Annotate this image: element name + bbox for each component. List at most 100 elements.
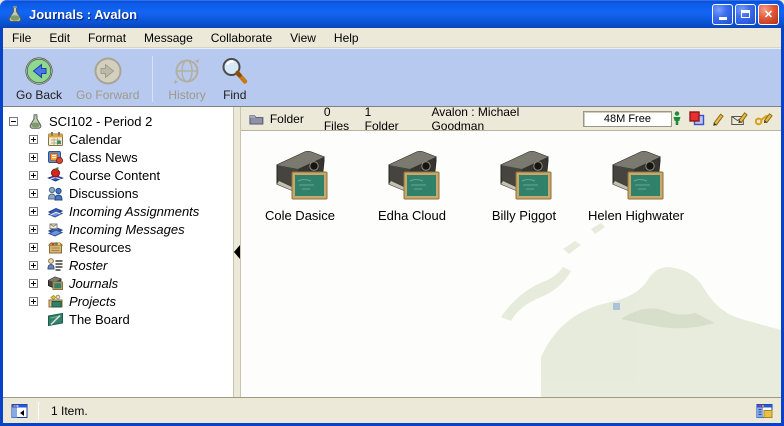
- expand-icon[interactable]: [29, 279, 38, 288]
- menu-help[interactable]: Help: [325, 29, 368, 47]
- content-pane: Folder 0 Files 1 Folder Avalon : Michael…: [241, 107, 781, 397]
- item-count-text: 1 Item.: [51, 404, 88, 418]
- go-forward-label: Go Forward: [76, 88, 139, 102]
- expand-icon[interactable]: [29, 243, 38, 252]
- panel-toggle-right-icon[interactable]: [756, 403, 773, 419]
- menu-file[interactable]: File: [3, 29, 40, 47]
- tree-item-label: SCI102 - Period 2: [49, 114, 152, 129]
- journal-name: Edha Cloud: [378, 208, 446, 223]
- tree-item-label: Class News: [69, 150, 138, 165]
- tree-root-sci102[interactable]: SCI102 - Period 2: [9, 112, 233, 130]
- journal-item-edha-cloud[interactable]: Edha Cloud: [356, 147, 468, 223]
- find-label: Find: [223, 88, 246, 102]
- maximize-icon: [741, 10, 750, 18]
- journal-item-helen-highwater[interactable]: Helen Highwater: [580, 147, 692, 223]
- person-icon[interactable]: [672, 111, 682, 126]
- expand-icon[interactable]: [29, 297, 38, 306]
- history-label: History: [168, 88, 205, 102]
- journal-name: Billy Piggot: [492, 208, 556, 223]
- close-button[interactable]: ✕: [758, 4, 779, 25]
- tree-item-incoming-messages[interactable]: Incoming Messages: [9, 220, 233, 238]
- journal-book-icon: [605, 147, 667, 203]
- history-button: History: [161, 54, 212, 104]
- tree-item-label: Journals: [69, 276, 118, 291]
- expand-icon[interactable]: [29, 261, 38, 270]
- journal-item-cole-dasice[interactable]: Cole Dasice: [244, 147, 356, 223]
- window-frame: File Edit Format Message Collaborate Vie…: [0, 28, 784, 426]
- projects-box-icon: [47, 293, 64, 309]
- owner-label: Avalon : Michael Goodman: [431, 105, 564, 133]
- header-status-icons: [672, 111, 773, 126]
- tree-item-course-content[interactable]: Course Content: [9, 166, 233, 184]
- item-type-label: Folder: [270, 112, 304, 126]
- tree-item-label: Roster: [69, 258, 107, 273]
- layers-icon[interactable]: [689, 111, 705, 126]
- find-button[interactable]: Find: [213, 54, 257, 104]
- tree-item-label: The Board: [69, 312, 130, 327]
- tree-item-journals[interactable]: Journals: [9, 274, 233, 292]
- globe-history-icon: [172, 56, 202, 86]
- panel-toggle-left-icon[interactable]: [11, 403, 28, 419]
- status-bar: 1 Item.: [3, 397, 781, 423]
- menu-collaborate[interactable]: Collaborate: [202, 29, 281, 47]
- expand-icon[interactable]: [29, 189, 38, 198]
- menu-message[interactable]: Message: [135, 29, 202, 47]
- tree-item-resources[interactable]: Resources: [9, 238, 233, 256]
- expand-icon[interactable]: [29, 207, 38, 216]
- minimize-icon: [719, 17, 727, 20]
- maximize-button[interactable]: [735, 4, 756, 25]
- menu-format[interactable]: Format: [79, 29, 135, 47]
- menu-bar: File Edit Format Message Collaborate Vie…: [3, 28, 781, 48]
- island-map-watermark: [501, 207, 781, 397]
- mail-edit-icon[interactable]: [731, 111, 748, 126]
- tree-item-the-board[interactable]: The Board: [9, 310, 233, 328]
- main-area: SCI102 - Period 2 Calendar: [3, 106, 781, 397]
- tree-item-class-news[interactable]: Class News: [9, 148, 233, 166]
- tree-item-discussions[interactable]: Discussions: [9, 184, 233, 202]
- title-bar[interactable]: Journals : Avalon ✕: [0, 0, 784, 28]
- menu-edit[interactable]: Edit: [40, 29, 79, 47]
- panel-splitter[interactable]: [233, 107, 241, 397]
- roster-list-icon: [47, 257, 64, 273]
- collapse-panel-icon[interactable]: [234, 245, 240, 259]
- chalkboard-icon: [47, 311, 64, 327]
- content-header-bar: Folder 0 Files 1 Folder Avalon : Michael…: [241, 107, 781, 131]
- expand-icon[interactable]: [29, 153, 38, 162]
- forward-arrow-icon: [93, 56, 123, 86]
- tree-item-incoming-assignments[interactable]: Incoming Assignments: [9, 202, 233, 220]
- app-flask-icon: [6, 5, 24, 23]
- statusbar-separator: [38, 402, 39, 420]
- magnifier-icon: [220, 56, 250, 86]
- collapse-icon[interactable]: [9, 117, 18, 126]
- books-icon: [47, 203, 64, 219]
- expand-icon[interactable]: [29, 135, 38, 144]
- news-icon: [47, 149, 64, 165]
- minimize-button[interactable]: [712, 4, 733, 25]
- people-icon: [47, 185, 64, 201]
- tree-item-label: Discussions: [69, 186, 138, 201]
- tree-item-projects[interactable]: Projects: [9, 292, 233, 310]
- close-icon: ✕: [764, 8, 773, 21]
- pencil-icon[interactable]: [712, 111, 724, 126]
- journal-items-row: Cole Dasice Edha Cloud Billy Piggot: [241, 131, 781, 223]
- expand-icon[interactable]: [29, 171, 38, 180]
- go-back-button[interactable]: Go Back: [9, 54, 69, 104]
- toolbar: Go Back Go Forward History: [3, 48, 781, 106]
- menu-view[interactable]: View: [281, 29, 325, 47]
- tree-item-roster[interactable]: Roster: [9, 256, 233, 274]
- box-icon: [47, 239, 64, 255]
- navigation-tree: SCI102 - Period 2 Calendar: [3, 107, 233, 397]
- back-arrow-icon: [24, 56, 54, 86]
- key-edit-icon[interactable]: [755, 111, 773, 126]
- journal-item-billy-piggot[interactable]: Billy Piggot: [468, 147, 580, 223]
- tree-item-label: Resources: [69, 240, 131, 255]
- tree-item-calendar[interactable]: Calendar: [9, 130, 233, 148]
- window-title: Journals : Avalon: [29, 7, 710, 22]
- tree-item-label: Calendar: [69, 132, 122, 147]
- go-forward-button: Go Forward: [69, 54, 146, 104]
- expand-icon[interactable]: [29, 225, 38, 234]
- books-mail-icon: [47, 221, 64, 237]
- journal-book-icon: [381, 147, 443, 203]
- tree-item-label: Incoming Messages: [69, 222, 185, 237]
- tree-item-label: Projects: [69, 294, 116, 309]
